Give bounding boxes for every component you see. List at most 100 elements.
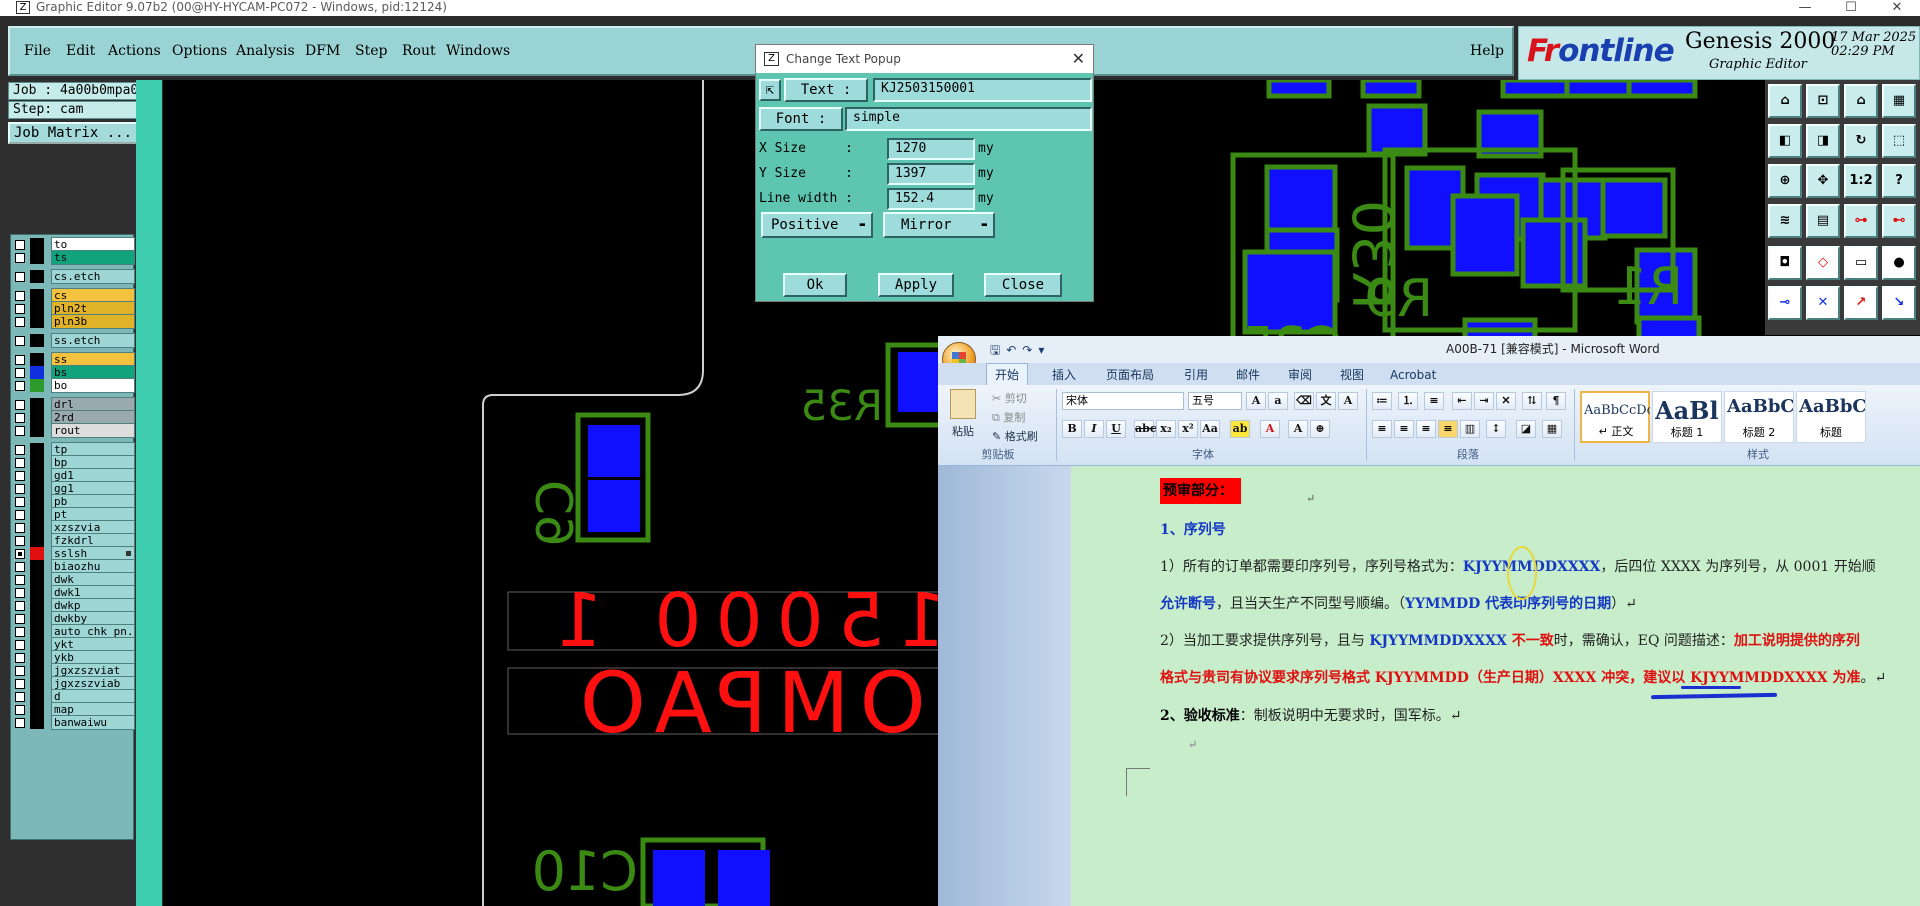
layer-checkbox[interactable] [15, 601, 25, 611]
tab-view[interactable]: 视图 [1332, 366, 1372, 384]
layer-checkbox[interactable] [15, 640, 25, 650]
shading-icon[interactable]: ◪ [1516, 420, 1536, 438]
font-button[interactable]: Font : [759, 107, 843, 131]
layer-checkbox[interactable] [15, 304, 25, 314]
tab-page-layout[interactable]: 页面布局 [1098, 366, 1162, 384]
tool-home-icon[interactable]: ⌂ [1768, 84, 1802, 118]
layer-name[interactable]: bo [51, 378, 135, 393]
phonetic-icon[interactable]: 文 [1316, 392, 1336, 410]
layer-checkbox[interactable] [15, 718, 25, 728]
layer-name[interactable]: ss.etch [51, 333, 135, 348]
tab-references[interactable]: 引用 [1176, 366, 1216, 384]
tool-fit-icon[interactable]: ⊕ [1768, 164, 1802, 198]
layer-checkbox[interactable] [15, 458, 25, 468]
style-normal[interactable]: AaBbCcDc ↵ 正文 [1580, 391, 1650, 443]
layer-checkbox[interactable] [15, 497, 25, 507]
layer-row[interactable]: pln3b [13, 314, 135, 329]
layer-name[interactable]: cs.etch [51, 269, 135, 284]
copy-button[interactable]: ⧉ 复制 [992, 409, 1025, 425]
x-size-input[interactable]: 1270 [887, 138, 975, 160]
layer-checkbox[interactable] [15, 523, 25, 533]
layer-checkbox[interactable] [15, 471, 25, 481]
change-case-icon[interactable]: Aa [1200, 420, 1220, 438]
font-color-icon[interactable]: A [1260, 420, 1280, 438]
mirror-dropdown[interactable]: Mirror ▬ [883, 212, 995, 238]
paste-icon[interactable] [950, 389, 976, 419]
underline-icon[interactable]: U [1106, 420, 1126, 438]
menu-rout[interactable]: Rout [402, 43, 436, 59]
tool-pad-icon[interactable]: ◘ [1768, 246, 1802, 280]
style-title[interactable]: AaBbC 标题 [1796, 391, 1866, 443]
layer-checkbox[interactable] [15, 627, 25, 637]
layer-row[interactable]: cs.etch [13, 269, 135, 284]
strikethrough-icon[interactable]: abc [1134, 420, 1157, 438]
layer-checkbox[interactable] [15, 368, 25, 378]
tool-zoom-box-icon[interactable]: ⬚ [1882, 124, 1916, 158]
align-right-icon[interactable]: ≡ [1416, 420, 1436, 438]
layer-checkbox[interactable] [15, 400, 25, 410]
layer-checkbox[interactable] [15, 317, 25, 327]
shrink-font-icon[interactable]: a [1268, 392, 1288, 410]
line-width-input[interactable]: 152.4 [887, 188, 975, 210]
layer-color-swatch[interactable] [30, 716, 44, 729]
menu-windows[interactable]: Windows [446, 43, 510, 59]
menu-step[interactable]: Step [355, 43, 387, 59]
tool-net-icon[interactable]: ⊶ [1844, 204, 1878, 238]
superscript-icon[interactable]: x² [1178, 420, 1198, 438]
tool-net2-icon[interactable]: ⊷ [1882, 204, 1916, 238]
enclose-char-icon[interactable]: ⊕ [1310, 420, 1330, 438]
layer-name[interactable]: ts [51, 250, 135, 265]
quick-access-toolbar[interactable]: 🖫↶↷▾ [990, 341, 1050, 362]
layer-row[interactable]: rout [13, 423, 135, 438]
menu-dfm[interactable]: DFM [305, 43, 340, 59]
layer-color-swatch[interactable] [30, 424, 44, 437]
highlight-icon[interactable]: ab [1230, 420, 1250, 438]
align-center-icon[interactable]: ≡ [1394, 420, 1414, 438]
ok-button[interactable]: Ok [783, 273, 847, 297]
tool-connect-icon[interactable]: ⊸ [1768, 286, 1802, 320]
layer-checkbox[interactable] [15, 272, 25, 282]
polarity-dropdown[interactable]: Positive ▬ [761, 212, 873, 238]
font-name-select[interactable]: 宋体 [1062, 392, 1184, 410]
increase-indent-icon[interactable]: ⇥ [1474, 392, 1494, 410]
style-heading-1[interactable]: AaBl 标题 1 [1652, 391, 1722, 443]
menu-options[interactable]: Options [172, 43, 227, 59]
layer-checkbox[interactable] [15, 705, 25, 715]
layer-checkbox[interactable] [15, 413, 25, 423]
layer-color-swatch[interactable] [30, 270, 44, 283]
tool-ruler-icon[interactable]: ▭ [1844, 246, 1878, 280]
numbering-icon[interactable]: ⒈ [1398, 392, 1418, 410]
layer-color-swatch[interactable] [30, 251, 44, 264]
close-window-button[interactable]: ✕ [1874, 0, 1920, 15]
layer-checkbox[interactable] [15, 588, 25, 598]
paste-button[interactable]: 粘贴 [952, 423, 974, 439]
format-painter-button[interactable]: ✎ 格式刷 [992, 428, 1038, 444]
y-size-input[interactable]: 1397 [887, 163, 975, 185]
layer-name[interactable]: pln3b [51, 314, 135, 329]
tool-move-left-icon[interactable]: ◧ [1768, 124, 1802, 158]
layer-row[interactable]: ts [13, 250, 135, 265]
tool-move-right-icon[interactable]: ◨ [1806, 124, 1840, 158]
word-title-bar[interactable]: A00B-71 [兼容模式] - Microsoft Word [938, 336, 1920, 363]
layer-checkbox[interactable] [15, 355, 25, 365]
tab-home[interactable]: 开始 [986, 363, 1029, 386]
menu-analysis[interactable]: Analysis [236, 43, 295, 59]
tool-snap-icon[interactable]: ◇ [1806, 246, 1840, 280]
layer-checkbox[interactable] [15, 653, 25, 663]
layer-checkbox[interactable] [15, 679, 25, 689]
layer-color-swatch[interactable] [30, 315, 44, 328]
grow-font-icon[interactable]: A [1246, 392, 1266, 410]
clear-format-icon[interactable]: ⌫ [1294, 392, 1314, 410]
text-button[interactable]: Text : [784, 78, 868, 102]
layer-name[interactable]: banwaiwu [51, 715, 135, 730]
layer-color-swatch[interactable] [30, 334, 44, 347]
tool-dot-icon[interactable]: ● [1882, 246, 1916, 280]
layer-checkbox[interactable] [15, 484, 25, 494]
italic-icon[interactable]: I [1084, 420, 1104, 438]
layer-checkbox[interactable] [15, 536, 25, 546]
align-left-icon[interactable]: ≡ [1372, 420, 1392, 438]
show-marks-icon[interactable]: ¶ [1546, 392, 1566, 410]
font-size-select[interactable]: 五号 [1188, 392, 1242, 410]
layer-checkbox[interactable] [15, 575, 25, 585]
sort-icon[interactable]: ⇅ [1522, 392, 1542, 410]
